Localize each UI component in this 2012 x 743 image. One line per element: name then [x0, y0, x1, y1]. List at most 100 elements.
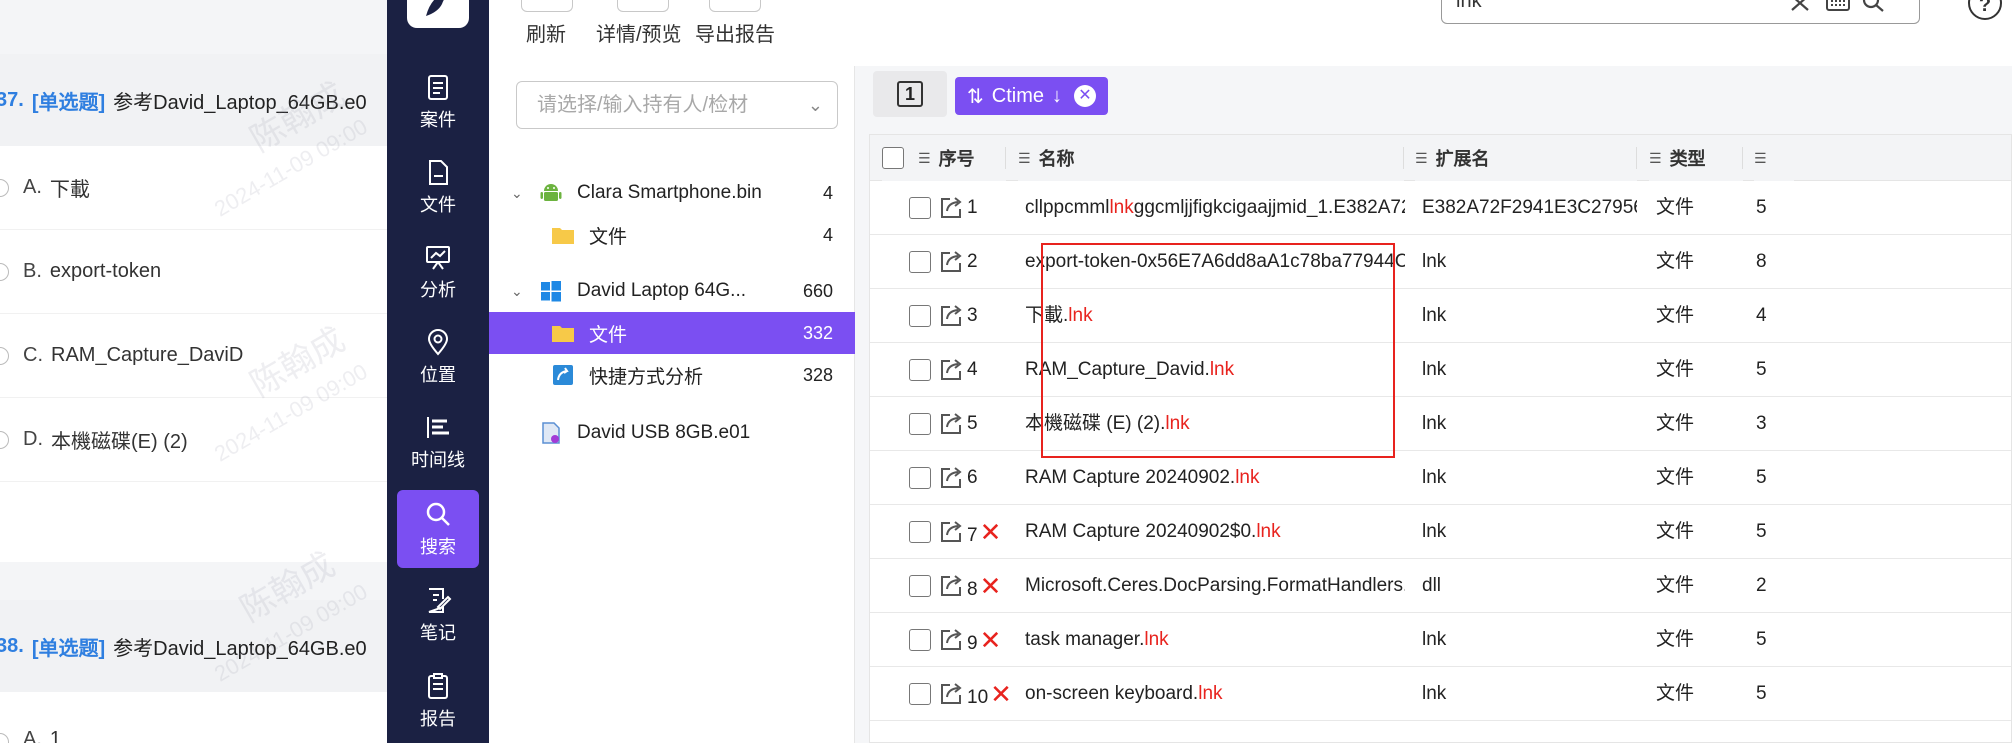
deleted-icon: ✕ [979, 571, 1002, 601]
col-index[interactable]: ☰ 序号 [882, 135, 1006, 181]
tree-node-clara[interactable]: ⌄ Clara Smartphone.bin 4 [489, 172, 855, 214]
tree-node-david-files[interactable]: 文件 332 [489, 312, 855, 354]
radio-icon[interactable] [0, 178, 9, 197]
open-external-icon[interactable] [938, 627, 964, 653]
nav-note[interactable]: 笔记 [397, 576, 479, 654]
table-row[interactable]: 6 RAM Capture 20240902.lnk lnk 文件 5 [870, 451, 2011, 505]
table-row[interactable]: 1 cllppcmmllnkggcmljjfigkcigaajjmid_1.E38… [870, 181, 2011, 235]
select-all-checkbox[interactable] [882, 147, 904, 169]
row-checkbox[interactable] [909, 413, 931, 435]
row-name: cllppcmmllnkggcmljjfigkcigaajjmid_1.E382… [1025, 181, 1405, 235]
shortcut-icon [553, 365, 573, 385]
option-b[interactable]: B. export-token [0, 230, 387, 314]
open-external-icon[interactable] [938, 303, 964, 329]
option-a[interactable]: A. 下載 [0, 146, 387, 230]
app-logo[interactable] [407, 0, 469, 28]
table-row[interactable]: 7✕ RAM Capture 20240902$0.lnk lnk 文件 5 [870, 505, 2011, 559]
col-name[interactable]: ☰ 名称 [1018, 135, 1404, 181]
help-icon[interactable]: ? [1968, 0, 2002, 20]
details-preview-button[interactable]: 详情/预览 [596, 18, 682, 47]
sort-bar: 1 ⇅ Ctime ↓ ✕ [855, 66, 2012, 124]
radio-icon[interactable] [0, 262, 9, 281]
tree-node-clara-files[interactable]: 文件 4 [489, 214, 855, 256]
row-checkbox[interactable] [909, 359, 931, 381]
open-external-icon[interactable] [938, 411, 964, 437]
row-checkbox[interactable] [909, 197, 931, 219]
row-extension: lnk [1422, 521, 1447, 542]
row-name: RAM Capture 20240902$0.lnk [1025, 505, 1405, 559]
case-icon [428, 75, 448, 100]
column-divider[interactable] [1403, 147, 1404, 169]
col-type[interactable]: ☰ 类型 [1649, 135, 1743, 181]
nav-case[interactable]: 案件 [397, 63, 479, 141]
remove-sort-icon[interactable]: ✕ [1074, 85, 1096, 107]
nav-analysis[interactable]: 分析 [397, 233, 479, 311]
nav-timeline[interactable]: 时间线 [397, 403, 479, 481]
nav-file[interactable]: 文件 [397, 148, 479, 226]
row-checkbox[interactable] [909, 683, 931, 705]
refresh-icon[interactable] [521, 0, 573, 12]
sort-field: Ctime [991, 84, 1044, 107]
list-icon: ☰ [918, 149, 931, 166]
deleted-icon: ✕ [990, 679, 1012, 709]
col-extension[interactable]: ☰ 扩展名 [1415, 135, 1637, 181]
table-row[interactable]: 8✕ Microsoft.Ceres.DocParsing.FormatHandl… [870, 559, 2011, 613]
sort-icon: ⇅ [967, 85, 984, 108]
radio-icon[interactable] [0, 346, 9, 365]
option-c[interactable]: C. RAM_Capture_DaviD [0, 314, 387, 398]
owner-select[interactable]: 请选择/输入持有人/检材 ⌄ [516, 81, 838, 129]
nav-search[interactable]: 搜索 [397, 490, 479, 568]
row-checkbox[interactable] [909, 251, 931, 273]
tree-node-david-usb[interactable]: David USB 8GB.e01 [489, 412, 855, 454]
column-divider[interactable] [1636, 147, 1637, 169]
chevron-down-icon[interactable]: ⌄ [511, 283, 527, 299]
open-external-icon[interactable] [938, 681, 964, 707]
refresh-button[interactable]: 刷新 [526, 18, 566, 47]
open-external-icon[interactable] [938, 465, 964, 491]
open-external-icon[interactable] [938, 573, 964, 599]
timeline-icon [427, 417, 449, 438]
option-d[interactable]: D. 本機磁碟(E) (2) [0, 398, 387, 482]
row-index-cell: 3 [967, 289, 1017, 343]
tree-node-david-laptop[interactable]: ⌄ David Laptop 64G... 660 [489, 270, 855, 312]
table-row[interactable]: 9✕ task manager.lnk lnk 文件 5 [870, 613, 2011, 667]
row-index-cell: 6 [967, 451, 1017, 505]
column-divider[interactable] [1005, 147, 1006, 169]
row-checkbox[interactable] [909, 305, 931, 327]
tree-node-label: 文件 [589, 324, 628, 346]
open-external-icon[interactable] [938, 357, 964, 383]
page-one-button[interactable]: 1 [873, 71, 947, 117]
row-index-cell: 10✕ [967, 667, 1017, 721]
row-more: 5 [1756, 629, 1767, 650]
tree-node-label: 文件 [589, 226, 628, 248]
radio-icon[interactable] [0, 733, 9, 743]
tree-node-shortcut-analysis[interactable]: 快捷方式分析 328 [489, 354, 855, 396]
radio-icon[interactable] [0, 430, 9, 449]
question-spacer [0, 482, 387, 562]
chevron-down-icon[interactable]: ⌄ [511, 185, 527, 201]
row-checkbox[interactable] [909, 521, 931, 543]
open-external-icon[interactable] [938, 195, 964, 221]
export-report-button[interactable]: 导出报告 [695, 18, 775, 47]
open-external-icon[interactable] [938, 249, 964, 275]
row-checkbox[interactable] [909, 575, 931, 597]
row-index-cell: 1 [967, 181, 1017, 235]
preview-icon[interactable] [617, 0, 669, 12]
option-a[interactable]: A. 1 [0, 692, 387, 743]
row-checkbox[interactable] [909, 629, 931, 651]
clear-icon[interactable] [1787, 0, 1813, 16]
nav-report[interactable]: 报告 [397, 662, 479, 740]
row-checkbox[interactable] [909, 467, 931, 489]
search-icon[interactable] [1861, 0, 1887, 16]
name-match: lnk [1109, 197, 1134, 218]
open-external-icon[interactable] [938, 519, 964, 545]
export-icon[interactable] [709, 0, 761, 12]
row-type: 文件 [1656, 197, 1695, 218]
table-row[interactable]: 10✕ on-screen keyboard.lnk lnk 文件 5 [870, 667, 2011, 721]
sort-chip[interactable]: ⇅ Ctime ↓ ✕ [955, 77, 1108, 115]
nav-location[interactable]: 位置 [397, 318, 479, 396]
keyboard-icon[interactable] [1825, 0, 1851, 16]
column-divider[interactable] [1742, 147, 1743, 169]
col-more[interactable]: ☰ [1754, 135, 1794, 181]
row-name: Microsoft.Ceres.DocParsing.FormatHandler… [1025, 559, 1405, 613]
